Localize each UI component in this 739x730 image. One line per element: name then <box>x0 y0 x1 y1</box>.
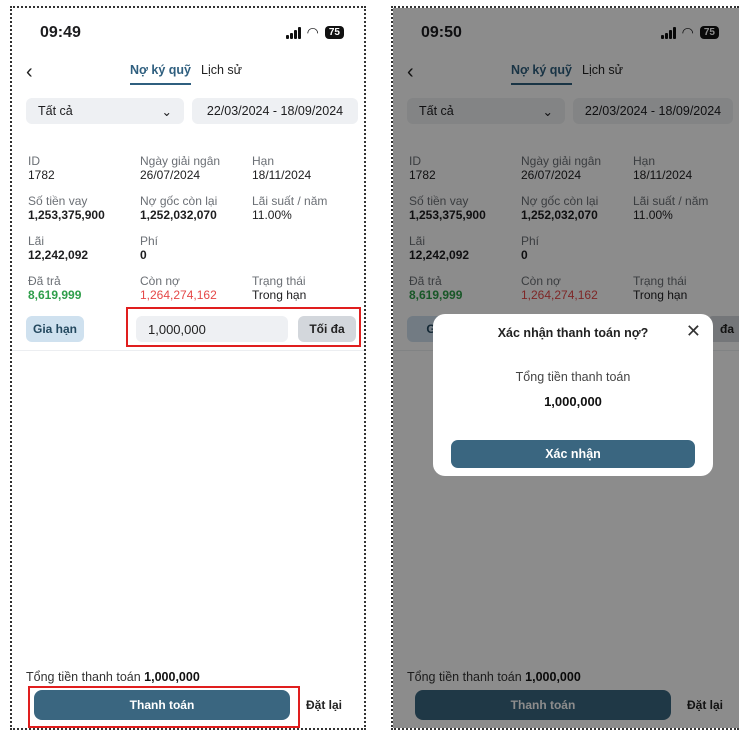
system-icons: ◠ 75 <box>285 24 344 41</box>
due-label: Hạn <box>252 154 275 168</box>
paid: Đã trả 8,619,999 <box>28 274 81 302</box>
status-bar: 09:49 ◠ 75 <box>12 16 364 50</box>
interest-label: Lãi <box>28 234 45 248</box>
interest: Lãi 12,242,092 <box>28 234 88 262</box>
rate-value: 11.00% <box>252 208 292 222</box>
tab-history[interactable]: Lịch sử <box>201 63 242 85</box>
remaining-value: 1,252,032,070 <box>140 208 217 222</box>
owed-value: 1,264,274,162 <box>140 288 217 302</box>
filter-row: Tất cả ⌄ 22/03/2024 - 18/09/2024 <box>26 98 358 124</box>
close-icon[interactable]: ✕ <box>686 321 701 342</box>
confirm-button[interactable]: Xác nhận <box>451 440 695 468</box>
principal-label: Số tiền vay <box>28 194 88 208</box>
screen-right: 09:50 ◠ 75 ‹ Nợ ký quỹ Lịch sử Tất cả ⌄ … <box>391 6 739 730</box>
loan-id: ID 1782 <box>28 154 55 182</box>
fee-label: Phí <box>140 234 159 248</box>
clock: 09:49 <box>40 24 81 41</box>
status-label: Trạng thái <box>252 274 306 288</box>
loan-id-label: ID <box>28 154 40 168</box>
disbursed-date: Ngày giải ngân 26/07/2024 <box>140 154 220 182</box>
remaining-label: Nợ gốc còn lại <box>140 194 218 208</box>
total-value: 1,000,000 <box>144 670 200 684</box>
confirm-payment-dialog: Xác nhận thanh toán nợ? ✕ Tổng tiền than… <box>433 314 713 476</box>
fee-value: 0 <box>140 248 147 262</box>
reset-button[interactable]: Đặt lại <box>306 698 342 712</box>
principal-value: 1,253,375,900 <box>28 208 105 222</box>
tab-margin-debt[interactable]: Nợ ký quỹ <box>130 63 191 85</box>
paid-value: 8,619,999 <box>28 288 82 302</box>
status: Trạng thái Trong hạn <box>252 274 306 302</box>
dialog-title: Xác nhận thanh toán nợ? <box>497 326 649 340</box>
highlight-box-amount <box>126 307 361 347</box>
total-line: Tổng tiền thanh toán 1,000,000 <box>26 670 200 684</box>
highlight-box-pay <box>28 686 300 728</box>
principal: Số tiền vay 1,253,375,900 <box>28 194 105 222</box>
owed-label: Còn nợ <box>140 274 180 288</box>
signal-icon <box>285 26 301 39</box>
extend-button[interactable]: Gia hạn <box>26 316 84 342</box>
dialog-total-value: 1,000,000 <box>544 394 602 409</box>
interest-rate: Lãi suất / năm 11.00% <box>252 194 327 222</box>
total-label: Tổng tiền thanh toán <box>26 670 141 684</box>
tab-bar: Nợ ký quỹ Lịch sử <box>130 63 242 85</box>
dialog-total-label: Tổng tiền thanh toán <box>515 370 631 384</box>
disbursed-value: 26/07/2024 <box>140 168 201 182</box>
interest-value: 12,242,092 <box>28 248 89 262</box>
paid-label: Đã trả <box>28 274 61 288</box>
fee: Phí 0 <box>140 234 158 262</box>
wifi-icon: ◠ <box>306 24 319 40</box>
filter-value: Tất cả <box>38 104 73 118</box>
screen-left: 09:49 ◠ 75 ‹ Nợ ký quỹ Lịch sử Tất cả ⌄ … <box>10 6 366 730</box>
divider <box>12 350 364 351</box>
due-date: Hạn 18/11/2024 <box>252 154 311 182</box>
filter-select[interactable]: Tất cả ⌄ <box>26 98 184 124</box>
due-value: 18/11/2024 <box>252 168 312 182</box>
remaining-principal: Nợ gốc còn lại 1,252,032,070 <box>140 194 217 222</box>
chevron-down-icon: ⌄ <box>161 104 172 119</box>
battery-icon: 75 <box>324 26 344 39</box>
status-value: Trong hạn <box>252 288 307 302</box>
rate-label: Lãi suất / năm <box>252 194 328 208</box>
nav-bar: ‹ Nợ ký quỹ Lịch sử <box>12 58 364 94</box>
owed: Còn nợ 1,264,274,162 <box>140 274 217 302</box>
loan-id-value: 1782 <box>28 168 55 182</box>
back-arrow-icon[interactable]: ‹ <box>26 61 33 84</box>
disbursed-label: Ngày giải ngân <box>140 154 221 168</box>
date-range-picker[interactable]: 22/03/2024 - 18/09/2024 <box>192 98 358 124</box>
